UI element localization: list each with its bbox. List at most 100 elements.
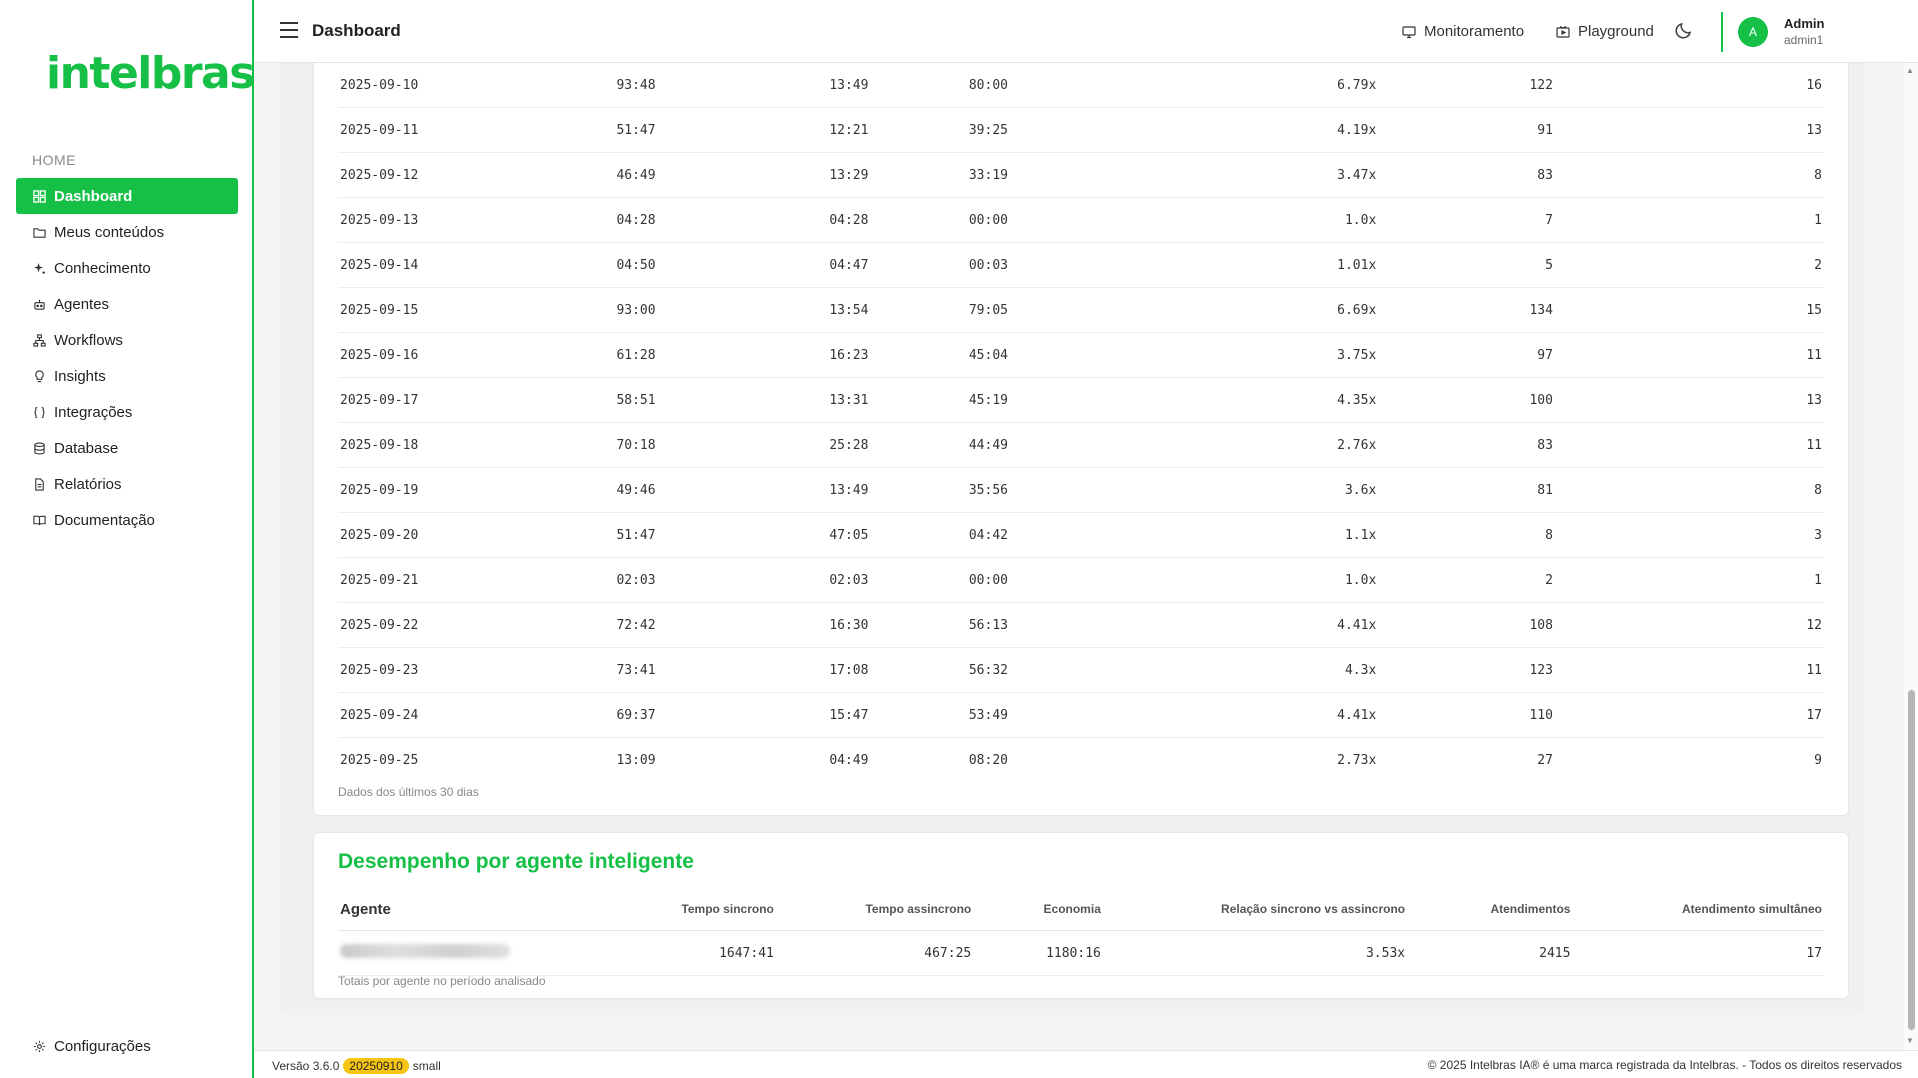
col-header-tempo-assincrono: Tempo assincrono bbox=[775, 888, 974, 931]
table-cell: 5 bbox=[1378, 242, 1555, 288]
table-cell: 13:29 bbox=[657, 152, 871, 198]
table-row[interactable]: 2025-09-17 58:51 13:31 45:19 4.35x 100 13 bbox=[338, 377, 1824, 423]
monitoring-link[interactable]: Monitoramento bbox=[1402, 23, 1524, 40]
table-row[interactable]: 2025-09-24 69:37 15:47 53:49 4.41x 110 17 bbox=[338, 692, 1824, 738]
table-cell: 81 bbox=[1378, 467, 1555, 513]
agent-performance-title: Desempenho por agente inteligente bbox=[338, 850, 694, 873]
table-cell: 45:19 bbox=[870, 377, 1010, 423]
table-cell: 2 bbox=[1378, 557, 1555, 603]
agent-name-redacted bbox=[338, 930, 581, 976]
date-cell: 2025-09-24 bbox=[338, 692, 518, 738]
table-row[interactable]: 2025-09-14 04:50 04:47 00:03 1.01x 5 2 bbox=[338, 242, 1824, 288]
sidebar-item-database[interactable]: Database bbox=[16, 430, 238, 466]
table-row[interactable]: 1647:41 467:25 1180:16 3.53x 2415 17 bbox=[338, 930, 1824, 976]
user-name[interactable]: Admin bbox=[1784, 16, 1824, 31]
sidebar-item-label: Configurações bbox=[54, 1037, 151, 1055]
table-cell: 04:42 bbox=[870, 512, 1010, 558]
table-row[interactable]: 2025-09-15 93:00 13:54 79:05 6.69x 134 15 bbox=[338, 287, 1824, 333]
scroll-down-arrow-icon[interactable]: ▼ bbox=[1906, 1036, 1914, 1045]
table-cell: 6.79x bbox=[1010, 63, 1379, 108]
table-cell: 79:05 bbox=[870, 287, 1010, 333]
scrollbar-thumb[interactable] bbox=[1908, 690, 1915, 1030]
sidebar-item-dashboard[interactable]: Dashboard bbox=[16, 178, 238, 214]
redacted-text bbox=[340, 944, 510, 958]
table-cell: 1.0x bbox=[1010, 557, 1379, 603]
table-cell: 27 bbox=[1537, 752, 1553, 768]
table-row[interactable]: 2025-09-23 73:41 17:08 56:32 4.3x 123 11 bbox=[338, 647, 1824, 693]
gear-icon bbox=[32, 1039, 46, 1053]
grid-icon bbox=[32, 189, 46, 203]
table-cell: 13:09 bbox=[616, 752, 656, 768]
table-cell: 02:03 bbox=[657, 557, 871, 603]
sidebar-item-label: Meus conteúdos bbox=[54, 223, 165, 241]
table-cell: 13 bbox=[1554, 107, 1824, 153]
table-cell: 45:04 bbox=[870, 332, 1010, 378]
table-cell: 16:30 bbox=[657, 602, 871, 648]
sidebar-item-integracoes[interactable]: Integrações bbox=[16, 394, 238, 430]
sidebar-item-conhecimento[interactable]: Conhecimento bbox=[16, 250, 238, 286]
col-header-relacao: Relação sincrono vs assincrono bbox=[1102, 888, 1408, 931]
table-cell: 3.47x bbox=[1010, 152, 1379, 198]
table-row[interactable]: 2025-09-25 13:09 04:49 08:20 2.73x 27 9 bbox=[338, 738, 1824, 783]
table-row[interactable]: 2025-09-22 72:42 16:30 56:13 4.41x 108 12 bbox=[338, 602, 1824, 648]
monitor-icon bbox=[1402, 25, 1416, 38]
table-row[interactable]: 2025-09-10 93:48 13:49 80:00 6.79x 122 16 bbox=[338, 63, 1824, 108]
table-cell: 467:25 bbox=[775, 930, 974, 976]
table-cell: 17:08 bbox=[657, 647, 871, 693]
sidebar-item-relatorios[interactable]: Relatórios bbox=[16, 466, 238, 502]
table-cell: 2 bbox=[1554, 242, 1824, 288]
sidebar-item-insights[interactable]: Insights bbox=[16, 358, 238, 394]
date-cell: 2025-09-23 bbox=[338, 647, 518, 693]
col-header-tempo-sincrono: Tempo sincrono bbox=[580, 888, 776, 931]
table-cell: 1.1x bbox=[1010, 512, 1379, 558]
table-cell: 8 bbox=[1554, 467, 1824, 513]
sparkle-icon bbox=[32, 261, 46, 275]
daily-note: Dados dos últimos 30 dias bbox=[338, 785, 479, 799]
avatar[interactable]: A bbox=[1738, 17, 1768, 47]
date-cell: 2025-09-22 bbox=[338, 602, 518, 648]
sidebar-item-label: Workflows bbox=[54, 331, 123, 349]
table-cell: 12 bbox=[1554, 602, 1824, 648]
col-header-agente: Agente bbox=[338, 888, 581, 931]
version-info: Versão 3.6.0 20250910 small bbox=[272, 1058, 441, 1074]
table-cell: 15 bbox=[1554, 287, 1824, 333]
table-cell: 15:47 bbox=[657, 692, 871, 738]
playground-label: Playground bbox=[1578, 23, 1654, 40]
table-row[interactable]: 2025-09-16 61:28 16:23 45:04 3.75x 97 11 bbox=[338, 332, 1824, 378]
table-row[interactable]: 2025-09-21 02:03 02:03 00:00 1.0x 2 1 bbox=[338, 557, 1824, 603]
table-cell: 1.0x bbox=[1010, 197, 1379, 243]
moon-icon[interactable] bbox=[1674, 20, 1694, 40]
hamburger-menu-icon[interactable] bbox=[280, 22, 298, 38]
table-cell: 04:28 bbox=[657, 197, 871, 243]
table-cell: 11 bbox=[1554, 332, 1824, 378]
table-cell: 13:49 bbox=[657, 467, 871, 513]
table-cell: 4.3x bbox=[1010, 647, 1379, 693]
daily-stats-table: 2025-09-10 93:48 13:49 80:00 6.79x 122 16 2025-… bbox=[338, 63, 1824, 782]
workflow-icon bbox=[32, 333, 46, 347]
table-row[interactable]: 2025-09-20 51:47 47:05 04:42 1.1x 8 3 bbox=[338, 512, 1824, 558]
table-cell: 134 bbox=[1378, 287, 1555, 333]
table-row[interactable]: 2025-09-18 70:18 25:28 44:49 2.76x 83 11 bbox=[338, 422, 1824, 468]
sidebar: intelbras HOME Dashboard Meus conteúdos … bbox=[0, 0, 255, 1078]
table-cell: 2415 bbox=[1407, 930, 1573, 976]
braces-icon bbox=[32, 405, 46, 419]
table-cell: 00:00 bbox=[870, 197, 1010, 243]
table-row[interactable]: 2025-09-13 04:28 04:28 00:00 1.0x 7 1 bbox=[338, 197, 1824, 243]
brand-logo[interactable]: intelbras bbox=[46, 48, 255, 99]
scroll-up-arrow-icon[interactable]: ▲ bbox=[1906, 66, 1914, 75]
playground-link[interactable]: Playground bbox=[1556, 23, 1654, 40]
table-cell: 2.73x bbox=[1337, 752, 1377, 768]
agent-performance-card: Desempenho por agente inteligente Agente… bbox=[313, 832, 1849, 999]
table-row[interactable]: 2025-09-11 51:47 12:21 39:25 4.19x 91 13 bbox=[338, 107, 1824, 153]
sidebar-item-meus-conteudos[interactable]: Meus conteúdos bbox=[16, 214, 238, 250]
table-cell: 4.35x bbox=[1010, 377, 1379, 423]
table-row[interactable]: 2025-09-19 49:46 13:49 35:56 3.6x 81 8 bbox=[338, 467, 1824, 513]
table-row[interactable]: 2025-09-12 46:49 13:29 33:19 3.47x 83 8 bbox=[338, 152, 1824, 198]
sidebar-item-configuracoes[interactable]: Configurações bbox=[16, 1028, 254, 1064]
sidebar-item-label: Conhecimento bbox=[54, 259, 151, 277]
sidebar-item-agentes[interactable]: Agentes bbox=[16, 286, 238, 322]
sidebar-item-documentacao[interactable]: Documentação bbox=[16, 502, 238, 538]
date-cell: 2025-09-13 bbox=[338, 197, 518, 243]
sidebar-item-workflows[interactable]: Workflows bbox=[16, 322, 238, 358]
sidebar-item-label: Database bbox=[54, 439, 119, 457]
